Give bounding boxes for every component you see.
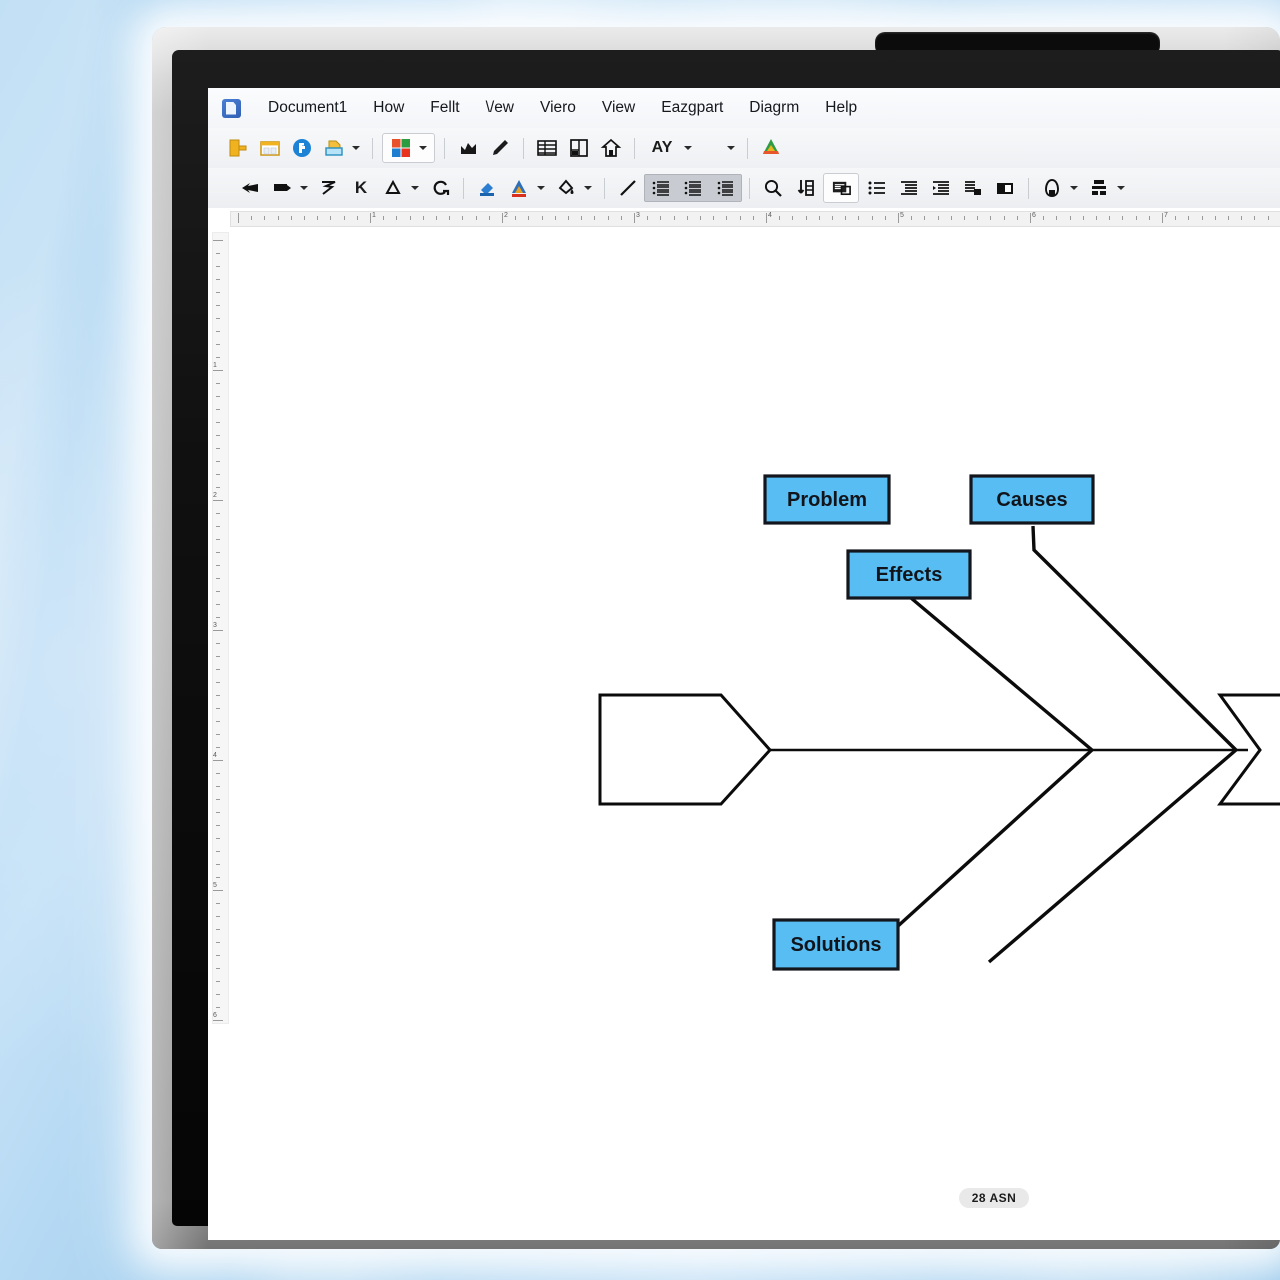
shape-fill-icon[interactable] [455, 135, 481, 161]
screen-bezel: Document1 How Fellt \/ew Viero View Eazg… [172, 50, 1280, 1240]
diagram-lines [750, 525, 1248, 964]
horizontal-ruler[interactable]: 12345678 [208, 208, 1280, 229]
connector-tool-icon[interactable] [269, 175, 295, 201]
menu-item-document1[interactable]: Document1 [255, 99, 360, 117]
group-shapes-icon[interactable] [1039, 175, 1065, 201]
pointer-select-icon[interactable] [237, 175, 263, 201]
diagram-node-label: Causes [996, 489, 1067, 511]
diagram-node-effects[interactable]: Effects [846, 549, 972, 600]
vertical-ruler[interactable]: 123456 [208, 228, 231, 1240]
menu-item-viero[interactable]: Viero [527, 99, 589, 117]
print-icon[interactable] [321, 135, 347, 161]
menu-item-eazgpart[interactable]: Eazgpart [648, 99, 736, 117]
toolbar-separator [523, 137, 524, 159]
menu-item-view-2[interactable]: View [589, 99, 648, 117]
distribute-chevron-down-icon[interactable] [1115, 175, 1126, 201]
pen-icon[interactable] [487, 135, 513, 161]
align-right-icon[interactable] [712, 175, 738, 201]
paragraph-align-group [644, 174, 742, 202]
shape-chevron-down-icon[interactable] [409, 175, 420, 201]
theme-colors-icon[interactable] [388, 135, 414, 161]
toolbar-row-2: K [208, 168, 1280, 209]
group-chevron-down-icon[interactable] [1068, 175, 1079, 201]
send-backward-icon[interactable] [992, 175, 1018, 201]
diagram-node-label: Problem [787, 489, 867, 511]
new-document-icon[interactable] [225, 135, 251, 161]
toolbar-separator [749, 177, 750, 199]
layout-grid-icon[interactable] [534, 135, 560, 161]
toolbar-separator [463, 177, 464, 199]
home-icon[interactable] [598, 135, 624, 161]
theme-colors-button[interactable] [382, 133, 435, 163]
bucket-chevron-down-icon[interactable] [582, 175, 593, 201]
toolbar-separator [372, 137, 373, 159]
font-style-chevron-down-icon[interactable] [682, 135, 693, 161]
toolbar-separator [604, 177, 605, 199]
monitor-frame: Document1 How Fellt \/ew Viero View Eazg… [152, 27, 1280, 1249]
diagram-application: Document1 How Fellt \/ew Viero View Eazg… [208, 88, 1280, 1240]
connector-chevron-down-icon[interactable] [298, 175, 309, 201]
font-color-chevron-down-icon[interactable] [535, 175, 546, 201]
menu-item-view-1[interactable]: \/ew [473, 99, 527, 117]
fish-tail-shape [598, 693, 773, 806]
line-tool-icon[interactable] [615, 175, 641, 201]
toolbar-separator [444, 137, 445, 159]
save-cloud-icon[interactable] [289, 135, 315, 161]
indent-decrease-icon[interactable] [896, 175, 922, 201]
distribute-icon[interactable] [1086, 175, 1112, 201]
paint-bucket-icon[interactable] [553, 175, 579, 201]
overflow-chevron-down-icon[interactable] [725, 135, 736, 161]
open-folder-icon[interactable] [257, 135, 283, 161]
text-box-icon[interactable] [823, 173, 859, 203]
page-setup-icon[interactable] [566, 135, 592, 161]
text-tool-icon[interactable]: K [348, 175, 374, 201]
toolbar-separator [1028, 177, 1029, 199]
shape-tool-icon[interactable] [380, 175, 406, 201]
align-left-icon[interactable] [648, 175, 674, 201]
diagram-nodes[interactable]: Problem Causes Effects Solutions [763, 474, 1095, 971]
menu-item-how[interactable]: How [360, 99, 417, 117]
menu-item-help[interactable]: Help [812, 99, 870, 117]
freeform-pen-icon[interactable] [316, 175, 342, 201]
diagram-node-problem[interactable]: Problem [763, 474, 891, 525]
diagram-node-label: Effects [876, 564, 943, 586]
menu-item-fellt[interactable]: Fellt [417, 99, 472, 117]
indent-increase-icon[interactable] [928, 175, 954, 201]
fill-color-icon[interactable] [474, 175, 500, 201]
fishbone-diagram[interactable]: Problem Causes Effects Solutions [230, 228, 1280, 1240]
diagram-node-causes[interactable]: Causes [969, 474, 1095, 525]
menu-bar: Document1 How Fellt \/ew Viero View Eazg… [208, 88, 1280, 128]
font-color-icon[interactable] [506, 175, 532, 201]
document-app-icon [222, 98, 241, 118]
toolbar-separator [634, 137, 635, 159]
screen: Document1 How Fellt \/ew Viero View Eazg… [208, 88, 1280, 1240]
crop-tool-icon[interactable] [427, 175, 453, 201]
flip-icon[interactable] [792, 175, 818, 201]
font-style-icon[interactable]: AY [645, 135, 679, 161]
diagram-node-label: Solutions [790, 934, 881, 956]
diagram-node-solutions[interactable]: Solutions [772, 918, 900, 971]
color-triangle-icon[interactable] [758, 135, 784, 161]
status-badge: 28 ASN [959, 1188, 1029, 1208]
theme-chevron-down-icon[interactable] [417, 135, 428, 161]
menu-item-diagrm[interactable]: Diagrm [736, 99, 812, 117]
bring-forward-icon[interactable] [960, 175, 986, 201]
toolbar-separator [747, 137, 748, 159]
toolbar-row-1: AY [208, 128, 1280, 168]
bullet-list-icon[interactable] [864, 175, 890, 201]
drawing-canvas[interactable]: Problem Causes Effects Solutions [230, 228, 1280, 1240]
align-center-icon[interactable] [680, 175, 706, 201]
search-icon[interactable] [760, 175, 786, 201]
print-chevron-down-icon[interactable] [350, 135, 361, 161]
